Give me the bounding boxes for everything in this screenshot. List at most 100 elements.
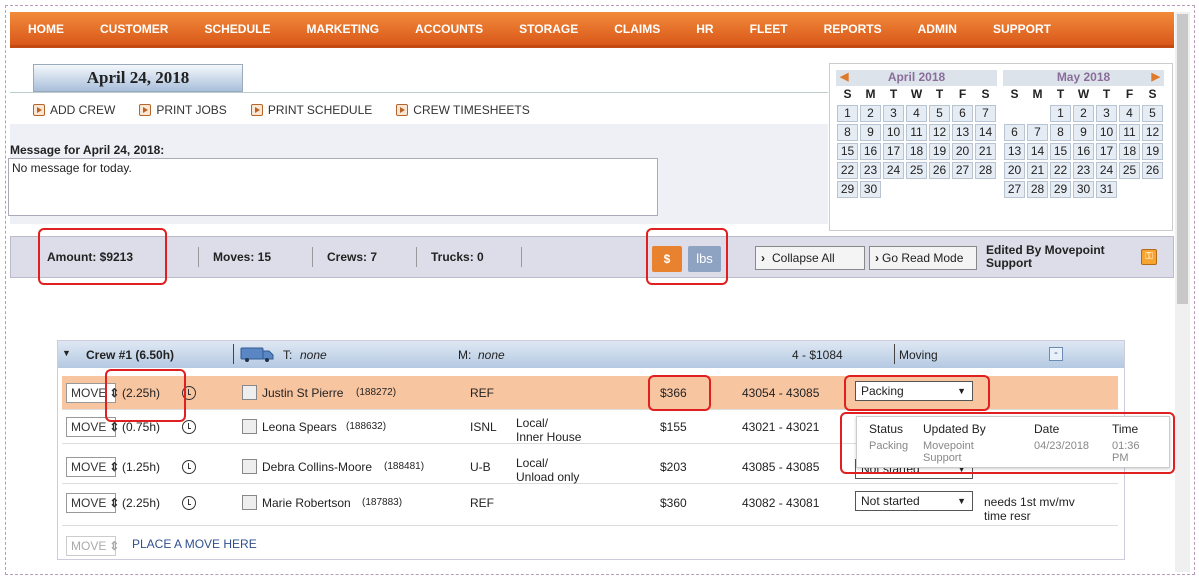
- calendar-day[interactable]: 28: [1027, 181, 1048, 198]
- calendar-day[interactable]: 23: [1073, 162, 1094, 179]
- nav-customer[interactable]: CUSTOMER: [82, 22, 186, 36]
- calendar-day[interactable]: 25: [906, 162, 927, 179]
- truck-icon[interactable]: [240, 347, 274, 362]
- nav-reports[interactable]: REPORTS: [806, 22, 900, 36]
- customer-name[interactable]: Justin St Pierre: [262, 386, 343, 400]
- calendar-day[interactable]: 5: [1142, 105, 1163, 122]
- calendar-day[interactable]: 10: [883, 124, 904, 141]
- calendar-day[interactable]: 11: [906, 124, 927, 141]
- calendar-day[interactable]: 20: [1004, 162, 1025, 179]
- calendar-day[interactable]: 31: [1096, 181, 1117, 198]
- calendar-day[interactable]: 29: [837, 181, 858, 198]
- calendar-day[interactable]: 16: [1073, 143, 1094, 160]
- calendar-day[interactable]: 4: [1119, 105, 1140, 122]
- calendar-day[interactable]: 9: [860, 124, 881, 141]
- print-jobs-link[interactable]: PRINT JOBS: [139, 103, 227, 117]
- calendar-day[interactable]: 20: [952, 143, 973, 160]
- place-move-link[interactable]: PLACE A MOVE HERE: [132, 537, 257, 551]
- calendar-day[interactable]: 16: [860, 143, 881, 160]
- calendar-day[interactable]: 14: [975, 124, 996, 141]
- calendar-day[interactable]: 13: [952, 124, 973, 141]
- nav-support[interactable]: SUPPORT: [975, 22, 1069, 36]
- calendar-day[interactable]: 26: [929, 162, 950, 179]
- move-handle-button[interactable]: MOVE ⇕: [66, 493, 119, 513]
- table-row[interactable]: MOVE ⇕ (2.25h) Marie Robertson (187883) R…: [62, 486, 1118, 526]
- calendar-day[interactable]: 12: [929, 124, 950, 141]
- calendar-day[interactable]: 10: [1096, 124, 1117, 141]
- calendar-day[interactable]: 22: [1050, 162, 1071, 179]
- read-mode-button[interactable]: Go Read Mode: [869, 246, 977, 270]
- calendar-day[interactable]: 25: [1119, 162, 1140, 179]
- add-crew-link[interactable]: ADD CREW: [33, 103, 115, 117]
- calendar-day[interactable]: 13: [1004, 143, 1025, 160]
- customer-name[interactable]: Leona Spears: [262, 420, 337, 434]
- calendar-day[interactable]: 29: [1050, 181, 1071, 198]
- calendar-day[interactable]: 1: [1050, 105, 1071, 122]
- calendar-day[interactable]: 3: [1096, 105, 1117, 122]
- row-checkbox[interactable]: [242, 459, 257, 474]
- nav-accounts[interactable]: ACCOUNTS: [397, 22, 501, 36]
- calendar-day[interactable]: 17: [883, 143, 904, 160]
- prev-month-icon[interactable]: ◀: [840, 70, 848, 83]
- calendar-day[interactable]: 28: [975, 162, 996, 179]
- nav-storage[interactable]: STORAGE: [501, 22, 596, 36]
- calendar-day[interactable]: 11: [1119, 124, 1140, 141]
- calendar-day[interactable]: 2: [860, 105, 881, 122]
- calendar-day[interactable]: 6: [1004, 124, 1025, 141]
- crew-timesheets-link[interactable]: CREW TIMESHEETS: [396, 103, 530, 117]
- calendar-day[interactable]: 4: [906, 105, 927, 122]
- calendar-day[interactable]: 18: [906, 143, 927, 160]
- calendar-day[interactable]: 26: [1142, 162, 1163, 179]
- calendar-day[interactable]: 8: [837, 124, 858, 141]
- calendar-day[interactable]: 12: [1142, 124, 1163, 141]
- calendar-day[interactable]: 9: [1073, 124, 1094, 141]
- customer-name[interactable]: Marie Robertson: [262, 496, 351, 510]
- nav-schedule[interactable]: SCHEDULE: [186, 22, 288, 36]
- move-handle-button[interactable]: MOVE ⇕: [66, 536, 119, 556]
- calendar-day[interactable]: 2: [1073, 105, 1094, 122]
- next-month-icon[interactable]: ▶: [1152, 70, 1160, 83]
- calendar-day[interactable]: 27: [952, 162, 973, 179]
- calendar-day[interactable]: 24: [883, 162, 904, 179]
- calendar-day[interactable]: 19: [1142, 143, 1163, 160]
- clock-icon[interactable]: [182, 496, 196, 510]
- clock-icon[interactable]: [182, 420, 196, 434]
- collapse-triangle-icon[interactable]: ▼: [62, 348, 71, 358]
- calendar-day[interactable]: 8: [1050, 124, 1071, 141]
- calendar-day[interactable]: 21: [1027, 162, 1048, 179]
- message-textarea[interactable]: No message for today.: [8, 158, 658, 216]
- nav-claims[interactable]: CLAIMS: [596, 22, 678, 36]
- key-icon[interactable]: ⚿: [1141, 249, 1157, 265]
- scrollbar-thumb[interactable]: [1177, 14, 1188, 304]
- vertical-scrollbar[interactable]: [1175, 12, 1190, 572]
- calendar-day[interactable]: 23: [860, 162, 881, 179]
- crew-name[interactable]: Crew #1 (6.50h): [86, 348, 174, 362]
- calendar-day[interactable]: 7: [975, 105, 996, 122]
- row-checkbox[interactable]: [242, 385, 257, 400]
- row-checkbox[interactable]: [242, 419, 257, 434]
- calendar-day[interactable]: 17: [1096, 143, 1117, 160]
- calendar-day[interactable]: 15: [837, 143, 858, 160]
- calendar-day[interactable]: 5: [929, 105, 950, 122]
- calendar-day[interactable]: 22: [837, 162, 858, 179]
- print-schedule-link[interactable]: PRINT SCHEDULE: [250, 103, 372, 117]
- status-select[interactable]: Not started: [855, 491, 973, 511]
- calendar-day[interactable]: 30: [860, 181, 881, 198]
- calendar-day[interactable]: 7: [1027, 124, 1048, 141]
- calendar-day[interactable]: 15: [1050, 143, 1071, 160]
- move-handle-button[interactable]: MOVE ⇕: [66, 457, 119, 477]
- calendar-day[interactable]: 14: [1027, 143, 1048, 160]
- nav-admin[interactable]: ADMIN: [900, 22, 975, 36]
- calendar-day[interactable]: 30: [1073, 181, 1094, 198]
- collapse-all-button[interactable]: Collapse All: [755, 246, 865, 270]
- calendar-day[interactable]: 27: [1004, 181, 1025, 198]
- calendar-day[interactable]: 18: [1119, 143, 1140, 160]
- customer-name[interactable]: Debra Collins-Moore: [262, 460, 372, 474]
- calendar-day[interactable]: 19: [929, 143, 950, 160]
- nav-hr[interactable]: HR: [678, 22, 731, 36]
- nav-marketing[interactable]: MARKETING: [288, 22, 397, 36]
- nav-home[interactable]: HOME: [10, 22, 82, 36]
- nav-fleet[interactable]: FLEET: [732, 22, 806, 36]
- clock-icon[interactable]: [182, 460, 196, 474]
- calendar-day[interactable]: 3: [883, 105, 904, 122]
